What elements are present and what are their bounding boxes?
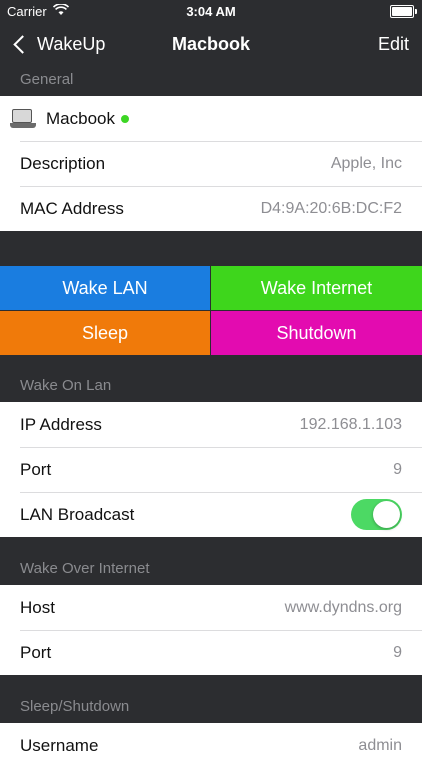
lan-port-label: Port — [20, 459, 52, 479]
sleep-shutdown-group: Username admin — [0, 723, 422, 768]
section-header-label: Sleep/Shutdown — [20, 698, 130, 715]
online-status-dot — [120, 114, 129, 123]
lan-broadcast-row: LAN Broadcast — [0, 492, 422, 537]
description-row[interactable]: Description Apple, Inc — [0, 141, 422, 186]
host-label: Host — [20, 597, 55, 617]
sleep-button[interactable]: Sleep — [0, 311, 210, 355]
navigation-bar: WakeUp Macbook Edit — [0, 22, 422, 66]
lan-port-row[interactable]: Port 9 — [0, 447, 422, 492]
section-header-label: Wake Over Internet — [20, 560, 150, 577]
back-button-label: WakeUp — [37, 33, 106, 54]
wake-internet-button[interactable]: Wake Internet — [211, 266, 422, 310]
edit-button[interactable]: Edit — [378, 22, 409, 66]
wake-over-internet-group: Host www.dyndns.org Port 9 — [0, 585, 422, 675]
wake-on-lan-group: IP Address 192.168.1.103 Port 9 LAN Broa… — [0, 402, 422, 537]
username-value: admin — [358, 736, 402, 754]
ip-address-label: IP Address — [20, 414, 102, 434]
back-button[interactable]: WakeUp — [12, 22, 105, 66]
wake-lan-button[interactable]: Wake LAN — [0, 266, 210, 310]
internet-port-label: Port — [20, 642, 52, 662]
host-value: www.dyndns.org — [284, 598, 402, 616]
chevron-left-icon — [13, 34, 32, 54]
mac-address-row[interactable]: MAC Address D4:9A:20:6B:DC:F2 — [0, 186, 422, 231]
mac-address-label: MAC Address — [20, 198, 124, 218]
internet-port-value: 9 — [393, 643, 402, 661]
description-label: Description — [20, 153, 106, 173]
lan-broadcast-label: LAN Broadcast — [20, 504, 135, 524]
section-header-wake-on-lan: Wake On Lan — [0, 356, 422, 402]
lan-broadcast-toggle[interactable] — [351, 499, 402, 530]
section-header-general: General — [0, 66, 422, 96]
clock: 3:04 AM — [186, 4, 236, 19]
ip-address-row[interactable]: IP Address 192.168.1.103 — [0, 402, 422, 447]
shutdown-button[interactable]: Shutdown — [211, 311, 422, 355]
section-header-sleep-shutdown: Sleep/Shutdown — [0, 675, 422, 723]
lan-port-value: 9 — [393, 460, 402, 478]
username-label: Username — [20, 735, 99, 755]
ip-address-value: 192.168.1.103 — [299, 415, 402, 433]
device-name: Macbook — [46, 108, 115, 128]
section-header-label: General — [20, 71, 74, 88]
laptop-icon — [10, 108, 36, 129]
internet-port-row[interactable]: Port 9 — [0, 630, 422, 675]
general-group: Macbook Description Apple, Inc MAC Addre… — [0, 96, 422, 231]
section-header-label: Wake On Lan — [20, 377, 112, 394]
description-value: Apple, Inc — [330, 154, 402, 172]
mac-address-value: D4:9A:20:6B:DC:F2 — [260, 199, 402, 217]
section-header-wake-over-internet: Wake Over Internet — [0, 537, 422, 585]
toggle-knob — [373, 501, 400, 528]
action-buttons: Wake LAN Wake Internet Sleep Shutdown — [0, 266, 422, 356]
device-row: Macbook — [0, 96, 422, 141]
host-row[interactable]: Host www.dyndns.org — [0, 585, 422, 630]
battery-icon — [390, 5, 417, 18]
username-row[interactable]: Username admin — [0, 723, 422, 768]
status-bar: Carrier 3:04 AM — [0, 0, 422, 22]
